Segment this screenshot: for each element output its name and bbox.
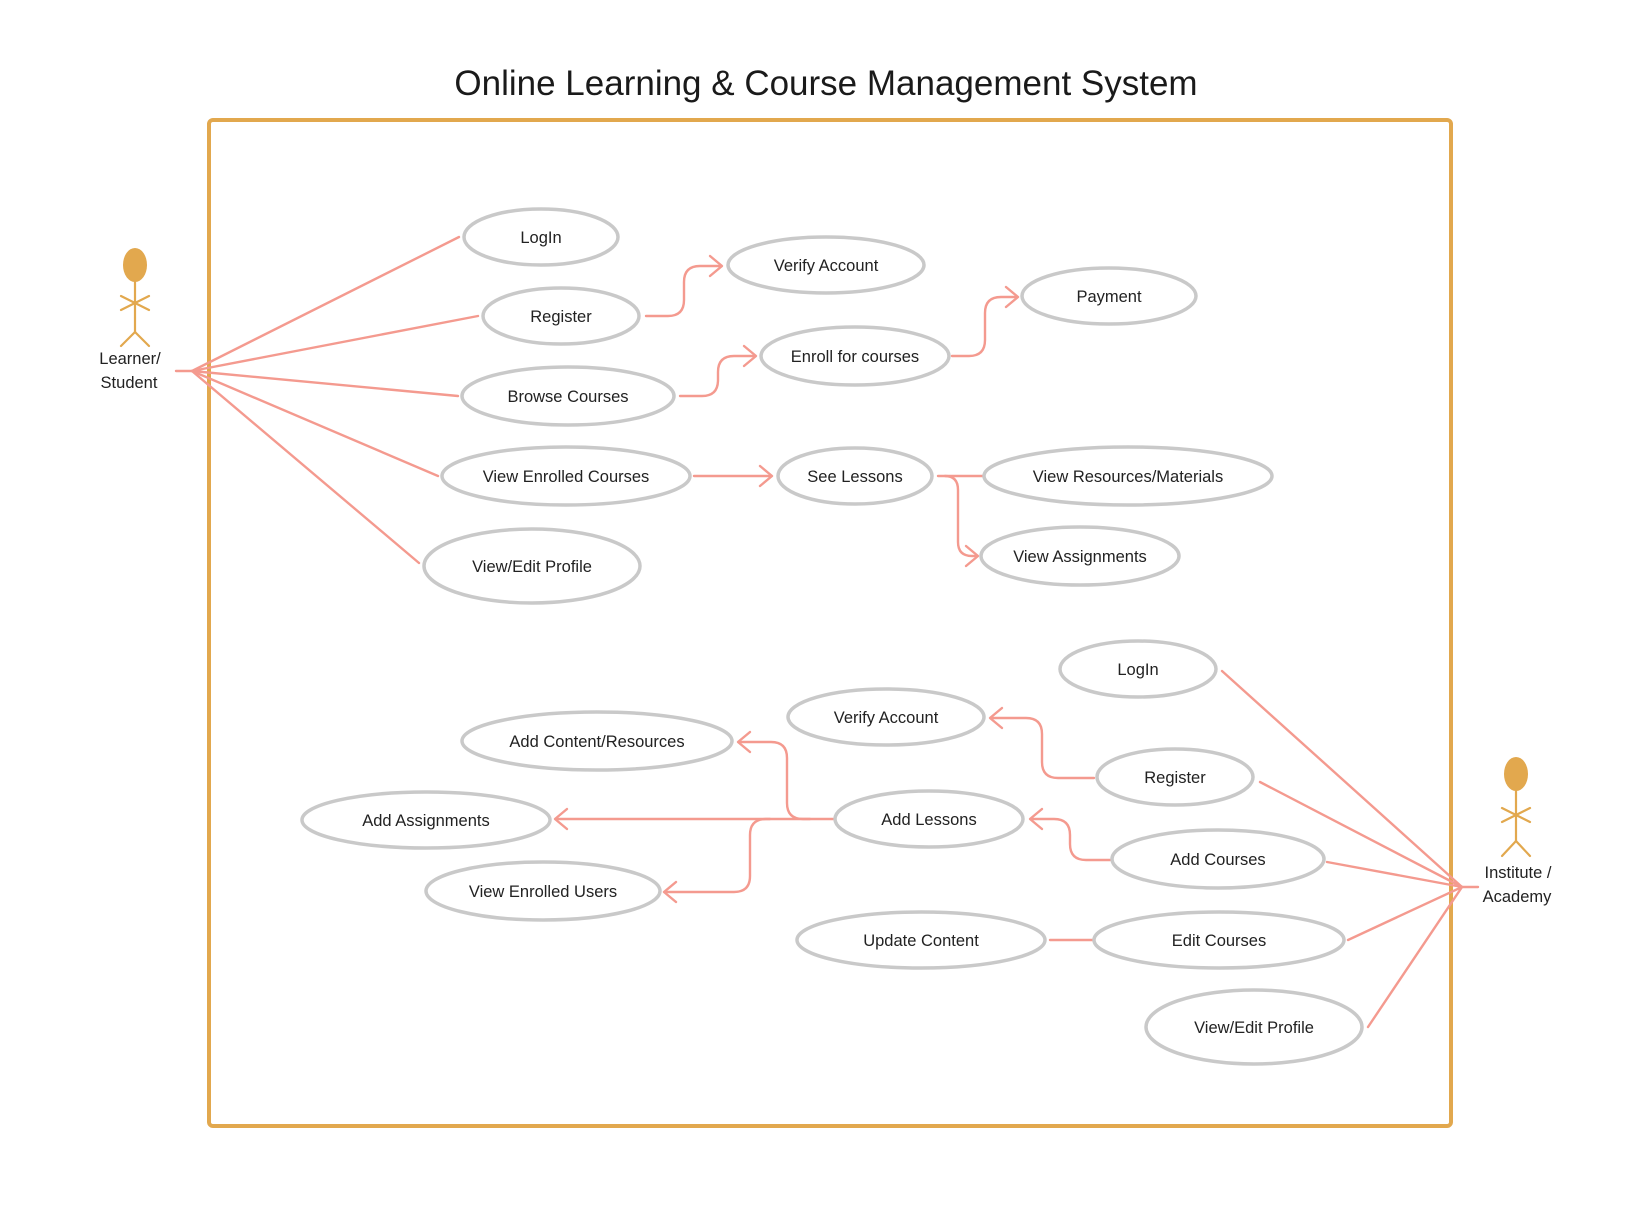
usecase-label: Verify Account: [834, 709, 939, 727]
actor-institute-leg-left: [1500, 839, 1518, 858]
edge-institute-addcourses: [1325, 860, 1464, 889]
diagram-title: Online Learning & Course Management Syst…: [454, 64, 1197, 103]
usecase-learner-view-resources[interactable]: View Resources/Materials: [982, 445, 1274, 507]
actor-institute: Institute / Academy: [1483, 757, 1553, 906]
actor-learner-label-2: Student: [101, 374, 158, 392]
usecase-label: Browse Courses: [507, 388, 628, 406]
usecase-label: LogIn: [520, 229, 561, 247]
usecase-label: Add Courses: [1170, 851, 1265, 869]
usecase-institute-verify-account[interactable]: Verify Account: [786, 687, 986, 747]
edge-learner-browse: [190, 369, 460, 398]
actor-institute-label-1: Institute /: [1485, 864, 1552, 882]
usecase-label: Register: [1144, 769, 1206, 787]
usecase-learner-verify-account[interactable]: Verify Account: [726, 235, 926, 295]
usecase-institute-login[interactable]: LogIn: [1058, 639, 1218, 699]
usecase-label: Add Content/Resources: [509, 733, 684, 751]
usecase-label: View Enrolled Courses: [483, 468, 650, 486]
edge-lessons-content: [738, 740, 812, 821]
edge-learner-profile: [190, 369, 421, 565]
usecase-label: Register: [530, 308, 592, 326]
use-case-diagram: Online Learning & Course Management Syst…: [99, 64, 1553, 1128]
actor-institute-leg-right: [1514, 839, 1532, 858]
edge-inst-register-verify: [990, 716, 1096, 780]
usecase-learner-enroll[interactable]: Enroll for courses: [759, 325, 951, 387]
usecase-learner-see-lessons[interactable]: See Lessons: [776, 446, 934, 506]
usecase-institute-add-lessons[interactable]: Add Lessons: [833, 789, 1025, 849]
actor-learner-head: [123, 248, 147, 282]
edge-learner-register: [190, 314, 480, 373]
usecase-institute-add-assignments[interactable]: Add Assignments: [300, 790, 552, 850]
usecase-institute-register[interactable]: Register: [1095, 747, 1255, 807]
edge-addcourses-addlessons: [1030, 817, 1112, 862]
usecase-learner-login[interactable]: LogIn: [462, 207, 620, 267]
usecase-label: Add Lessons: [881, 811, 976, 829]
usecase-learner-view-enrolled-courses[interactable]: View Enrolled Courses: [440, 445, 692, 507]
usecase-institute-view-enrolled-users[interactable]: View Enrolled Users: [424, 860, 662, 922]
edge-learner-enrolled: [190, 369, 440, 478]
usecase-label: Enroll for courses: [791, 348, 919, 366]
usecase-label: View Resources/Materials: [1033, 468, 1223, 486]
usecase-learner-view-edit-profile[interactable]: View/Edit Profile: [422, 527, 642, 605]
usecase-label: See Lessons: [807, 468, 902, 486]
usecase-learner-view-assignments[interactable]: View Assignments: [979, 525, 1181, 587]
usecase-label: View Assignments: [1013, 548, 1147, 566]
actor-learner-label-1: Learner/: [99, 350, 161, 368]
edge-lessons-assignments: [943, 474, 978, 558]
learner-usecases: LogIn Register Verify Account Browse Cou…: [422, 207, 1274, 605]
usecase-institute-edit-courses[interactable]: Edit Courses: [1092, 910, 1346, 970]
institute-usecases: LogIn Verify Account Register Add Conten…: [300, 639, 1364, 1066]
usecase-label: Add Assignments: [362, 812, 490, 830]
usecase-learner-payment[interactable]: Payment: [1020, 266, 1198, 326]
usecase-learner-register[interactable]: Register: [481, 286, 641, 346]
actor-learner-leg-left: [119, 330, 137, 348]
usecase-institute-add-content[interactable]: Add Content/Resources: [460, 710, 734, 772]
edge-learner-login: [190, 235, 461, 373]
usecase-label: Payment: [1076, 288, 1142, 306]
usecase-label: View/Edit Profile: [1194, 1019, 1314, 1037]
usecase-institute-update-content[interactable]: Update Content: [795, 910, 1047, 970]
edge-browse-enroll: [678, 354, 756, 398]
usecase-label: View/Edit Profile: [472, 558, 592, 576]
usecase-label: LogIn: [1117, 661, 1158, 679]
actor-learner: Learner/ Student: [99, 248, 161, 392]
actor-institute-label-2: Academy: [1483, 888, 1553, 906]
usecase-label: Verify Account: [774, 257, 879, 275]
usecase-label: Edit Courses: [1172, 932, 1266, 950]
edge-register-verify: [644, 264, 722, 318]
usecase-label: Update Content: [863, 932, 979, 950]
usecase-learner-browse-courses[interactable]: Browse Courses: [460, 365, 676, 427]
actor-institute-head: [1504, 757, 1528, 791]
usecase-institute-view-edit-profile[interactable]: View/Edit Profile: [1144, 988, 1364, 1066]
actor-learner-leg-right: [133, 330, 151, 348]
usecase-institute-add-courses[interactable]: Add Courses: [1110, 828, 1326, 890]
edge-lessons-users: [664, 817, 772, 894]
usecase-label: View Enrolled Users: [469, 883, 617, 901]
